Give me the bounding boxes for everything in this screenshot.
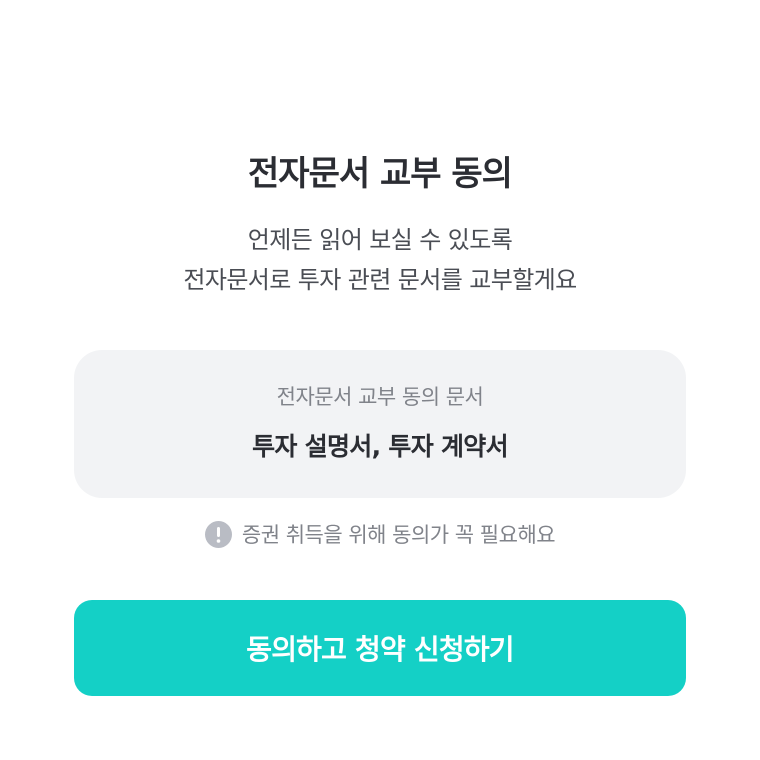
page-title: 전자문서 교부 동의 <box>248 154 513 194</box>
exclamation-circle-icon <box>204 520 232 548</box>
required-consent-notice: 증권 취득을 위해 동의가 꼭 필요해요 <box>0 515 760 553</box>
consent-screen: 전자문서 교부 동의 언제든 읽어 보실 수 있도록 전자문서로 투자 관련 문… <box>0 0 760 760</box>
cta-label: 동의하고 청약 신청하기 <box>246 633 514 666</box>
document-card-value: 투자 설명서, 투자 계약서 <box>252 432 509 461</box>
notice-text: 증권 취득을 위해 동의가 꼭 필요해요 <box>241 523 556 547</box>
subtitle-line-1: 언제든 읽어 보실 수 있도록 <box>247 226 513 254</box>
agree-and-subscribe-button[interactable]: 동의하고 청약 신청하기 <box>74 600 686 696</box>
consent-document-card: 전자문서 교부 동의 문서 투자 설명서, 투자 계약서 <box>74 350 686 498</box>
document-card-label: 전자문서 교부 동의 문서 <box>276 385 484 409</box>
subtitle-line-2: 전자문서로 투자 관련 문서를 교부할게요 <box>183 266 577 294</box>
page-subtitle: 언제든 읽어 보실 수 있도록 전자문서로 투자 관련 문서를 교부할게요 <box>0 220 760 300</box>
